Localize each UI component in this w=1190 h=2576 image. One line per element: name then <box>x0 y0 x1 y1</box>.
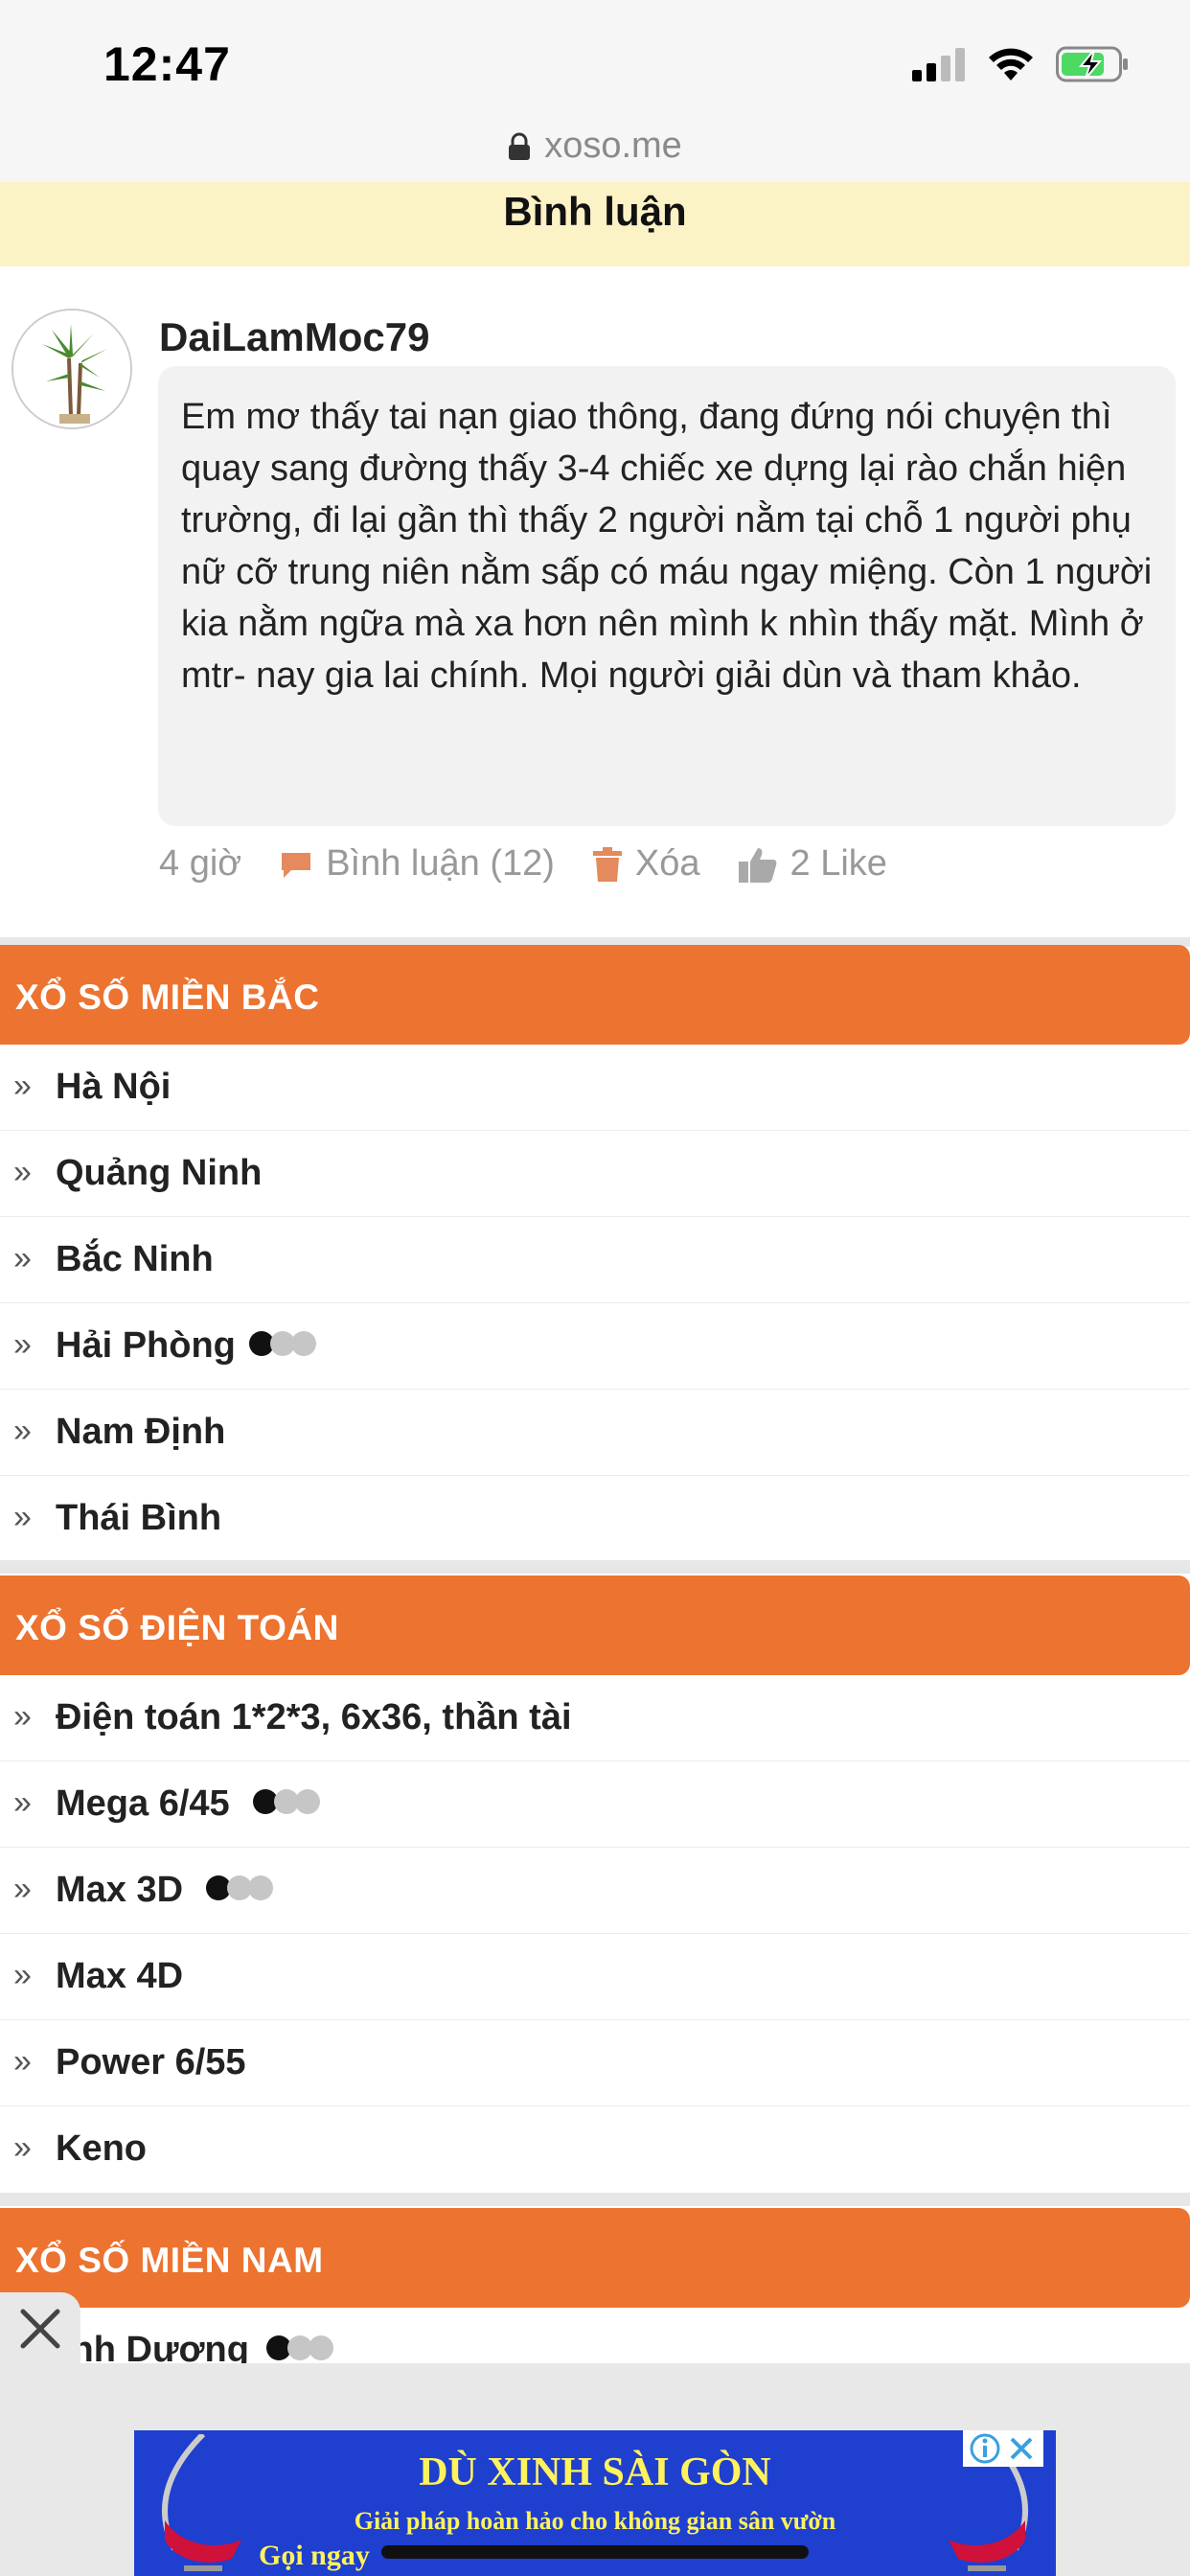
thumbs-up-icon <box>738 847 776 883</box>
comment-text: Em mơ thấy tai nạn giao thông, đang đứng… <box>181 397 1153 696</box>
list-item[interactable]: » Keno <box>0 2106 1190 2193</box>
address-bar[interactable]: xoso.me <box>0 120 1190 185</box>
double-chevron-right-icon: » <box>13 1154 32 1190</box>
wifi-icon <box>989 48 1033 80</box>
avatar-plant-image <box>13 310 130 427</box>
reply-button[interactable]: Bình luận (12) <box>280 843 555 885</box>
ad-title: DÙ XINH SÀI GÒN <box>419 2450 771 2495</box>
divider <box>0 2193 1190 2206</box>
ad-subtitle: Giải pháp hoàn hảo cho không gian sân vư… <box>354 2507 836 2535</box>
divider <box>0 1560 1190 1574</box>
list-item[interactable]: » Max 4D <box>0 1934 1190 2020</box>
live-indicator-icon <box>265 2334 333 2360</box>
list-item[interactable]: » Nam Định <box>0 1390 1190 1476</box>
url-text: xoso.me <box>544 126 682 166</box>
section-header-mien-nam[interactable]: XỔ SỐ MIỀN NAM <box>0 2208 1190 2308</box>
like-button[interactable]: 2 Like <box>738 843 887 885</box>
double-chevron-right-icon: » <box>13 1871 32 1907</box>
double-chevron-right-icon: » <box>13 1413 32 1449</box>
home-indicator <box>381 2545 809 2559</box>
list-item[interactable]: » Hải Phòng <box>0 1303 1190 1390</box>
page-header: Bình luận <box>0 182 1190 266</box>
live-indicator-icon <box>206 1874 274 1900</box>
live-indicator-icon <box>248 1330 316 1356</box>
cellular-signal-icon <box>912 48 965 81</box>
battery-charging-icon <box>1056 46 1128 82</box>
double-chevron-right-icon: » <box>13 1698 32 1735</box>
live-indicator-icon <box>252 1788 320 1814</box>
list-item[interactable]: » Mega 6/45 <box>0 1761 1190 1848</box>
comment-author[interactable]: DaiLamMoc79 <box>159 314 429 360</box>
lock-icon <box>509 132 531 160</box>
section-header-mien-bac[interactable]: XỔ SỐ MIỀN BẮC <box>0 945 1190 1045</box>
comment: DaiLamMoc79 Em mơ thấy tai nạn giao thôn… <box>0 288 1190 939</box>
comment-meta: 4 giờ Bình luận (12) Xóa 2 Like <box>159 843 926 885</box>
avatar[interactable] <box>11 309 132 429</box>
section-header-dien-toan[interactable]: XỔ SỐ ĐIỆN TOÁN <box>0 1576 1190 1675</box>
list-item[interactable]: » Thái Bình <box>0 1476 1190 1562</box>
trash-icon <box>592 846 622 882</box>
comment-bubble: Em mơ thấy tai nạn giao thông, đang đứng… <box>158 366 1176 826</box>
info-icon <box>970 2433 1000 2464</box>
status-time: 12:47 <box>103 37 231 91</box>
list-item[interactable]: » Quảng Ninh <box>0 1131 1190 1217</box>
status-icons <box>912 42 1131 86</box>
double-chevron-right-icon: » <box>13 1499 32 1535</box>
ad-call-label: Gọi ngay <box>259 2540 370 2571</box>
double-chevron-right-icon: » <box>13 1784 32 1821</box>
double-chevron-right-icon: » <box>13 1068 32 1104</box>
page-title: Bình luận <box>503 189 687 234</box>
list-item[interactable]: » Power 6/55 <box>0 2020 1190 2106</box>
comment-time: 4 giờ <box>159 843 242 884</box>
list-item[interactable]: » Bắc Ninh <box>0 1217 1190 1303</box>
hanging-chair-image <box>162 2434 241 2571</box>
ad-choices[interactable] <box>963 2430 1043 2467</box>
double-chevron-right-icon: » <box>13 1240 32 1276</box>
status-bar: 12:47 <box>0 0 1190 126</box>
double-chevron-right-icon: » <box>13 1326 32 1363</box>
delete-button[interactable]: Xóa <box>592 843 700 885</box>
double-chevron-right-icon: » <box>13 2129 32 2166</box>
list-item[interactable]: » Điện toán 1*2*3, 6x36, thần tài <box>0 1675 1190 1761</box>
ad-close-tab[interactable] <box>0 2292 80 2369</box>
list-item[interactable]: » Max 3D <box>0 1848 1190 1934</box>
speech-bubble-icon <box>282 852 311 878</box>
list-item[interactable]: » Hà Nội <box>0 1045 1190 1131</box>
double-chevron-right-icon: » <box>13 1957 32 1993</box>
double-chevron-right-icon: » <box>13 2043 32 2080</box>
close-icon <box>20 2309 60 2349</box>
close-icon <box>1010 2437 1033 2460</box>
